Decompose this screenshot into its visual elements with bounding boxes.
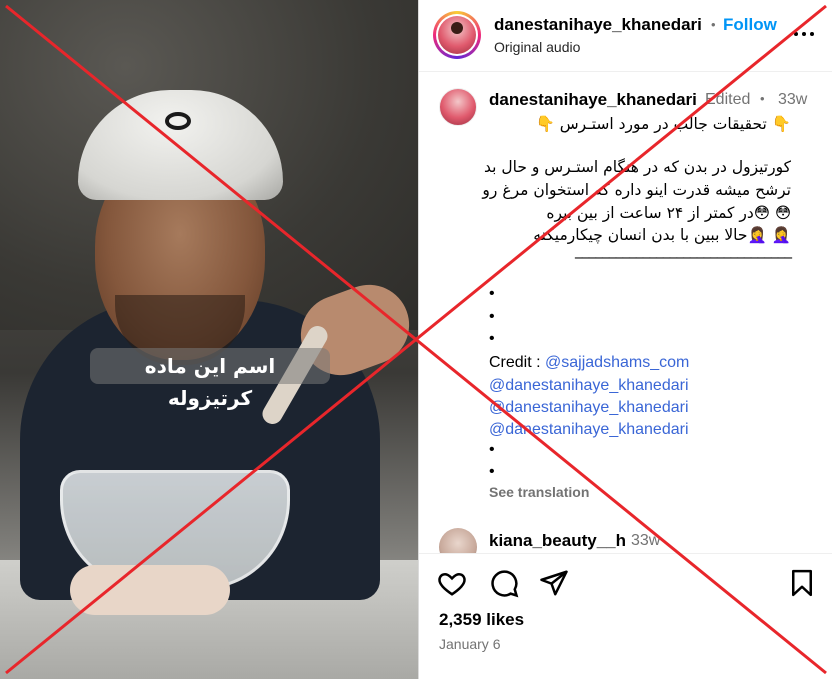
video-player[interactable]: اسم این ماده کرتیزوله bbox=[0, 0, 418, 679]
caption-bullet: • bbox=[489, 441, 495, 458]
post-date[interactable]: January 6 bbox=[439, 636, 500, 652]
credit-handle-link[interactable]: @sajjadshams_com bbox=[545, 354, 689, 371]
caption-bullet: • bbox=[489, 308, 495, 325]
caption-bullet: • bbox=[489, 330, 495, 347]
comment-username[interactable]: kiana_beauty__h bbox=[489, 531, 626, 551]
caption-bullet: • bbox=[489, 463, 495, 480]
share-icon[interactable] bbox=[539, 568, 569, 598]
caption-bullet: • bbox=[489, 285, 495, 302]
mention-link[interactable]: @danestanihaye_khanedari bbox=[489, 421, 689, 439]
see-translation-link[interactable]: See translation bbox=[489, 484, 589, 500]
video-chicken-bone bbox=[70, 565, 230, 615]
edited-label: Edited bbox=[705, 91, 751, 108]
caption-separator: • bbox=[760, 91, 765, 106]
mention-link[interactable]: @danestanihaye_khanedari bbox=[489, 377, 689, 395]
post-panel: danestanihaye_khanedari • Follow Origina… bbox=[418, 0, 832, 679]
caption-time[interactable]: 33w bbox=[778, 91, 807, 109]
likes-count[interactable]: 2,359 likes bbox=[439, 610, 524, 630]
action-bar: 2,359 likes January 6 bbox=[419, 553, 832, 679]
bookmark-icon[interactable] bbox=[787, 568, 817, 598]
caption-avatar[interactable] bbox=[439, 88, 477, 126]
header-username[interactable]: danestanihaye_khanedari bbox=[494, 15, 702, 35]
post-header: danestanihaye_khanedari • Follow Origina… bbox=[419, 0, 832, 72]
caption-username[interactable]: danestanihaye_khanedari bbox=[489, 90, 697, 110]
credit-label: Credit : bbox=[489, 354, 541, 371]
mention-link[interactable]: @danestanihaye_khanedari bbox=[489, 399, 689, 417]
audio-link[interactable]: Original audio bbox=[494, 39, 580, 55]
caption-line: 😳 😳در کمتر از ۲۴ ساعت از بین ببره bbox=[546, 204, 791, 222]
heart-icon[interactable] bbox=[437, 568, 467, 598]
comment-avatar[interactable] bbox=[439, 528, 477, 553]
video-cap-logo bbox=[165, 112, 191, 130]
credit-line: Credit : @sajjadshams_com bbox=[489, 354, 689, 372]
comments-section: danestanihaye_khanedari Edited • 33w 👇 ت… bbox=[419, 73, 832, 553]
header-separator: • bbox=[711, 17, 716, 32]
comment-icon[interactable] bbox=[489, 568, 519, 598]
video-caption: اسم این ماده کرتیزوله bbox=[90, 348, 330, 410]
profile-avatar[interactable] bbox=[433, 11, 481, 59]
caption-line: 👇 تحقیقات جالب در مورد استـرس 👇 bbox=[535, 115, 791, 133]
caption-line: کورتیزول در بدن که در هنگام استـرس و حال… bbox=[483, 158, 791, 176]
comment-time[interactable]: 33w bbox=[631, 532, 660, 550]
follow-button[interactable]: Follow bbox=[723, 15, 777, 35]
caption-divider: ________________________________ bbox=[575, 241, 792, 259]
caption-line: ترشح میشه قدرت اینو داره که استخوان مرغ … bbox=[482, 181, 791, 199]
more-options-icon[interactable] bbox=[792, 22, 816, 46]
